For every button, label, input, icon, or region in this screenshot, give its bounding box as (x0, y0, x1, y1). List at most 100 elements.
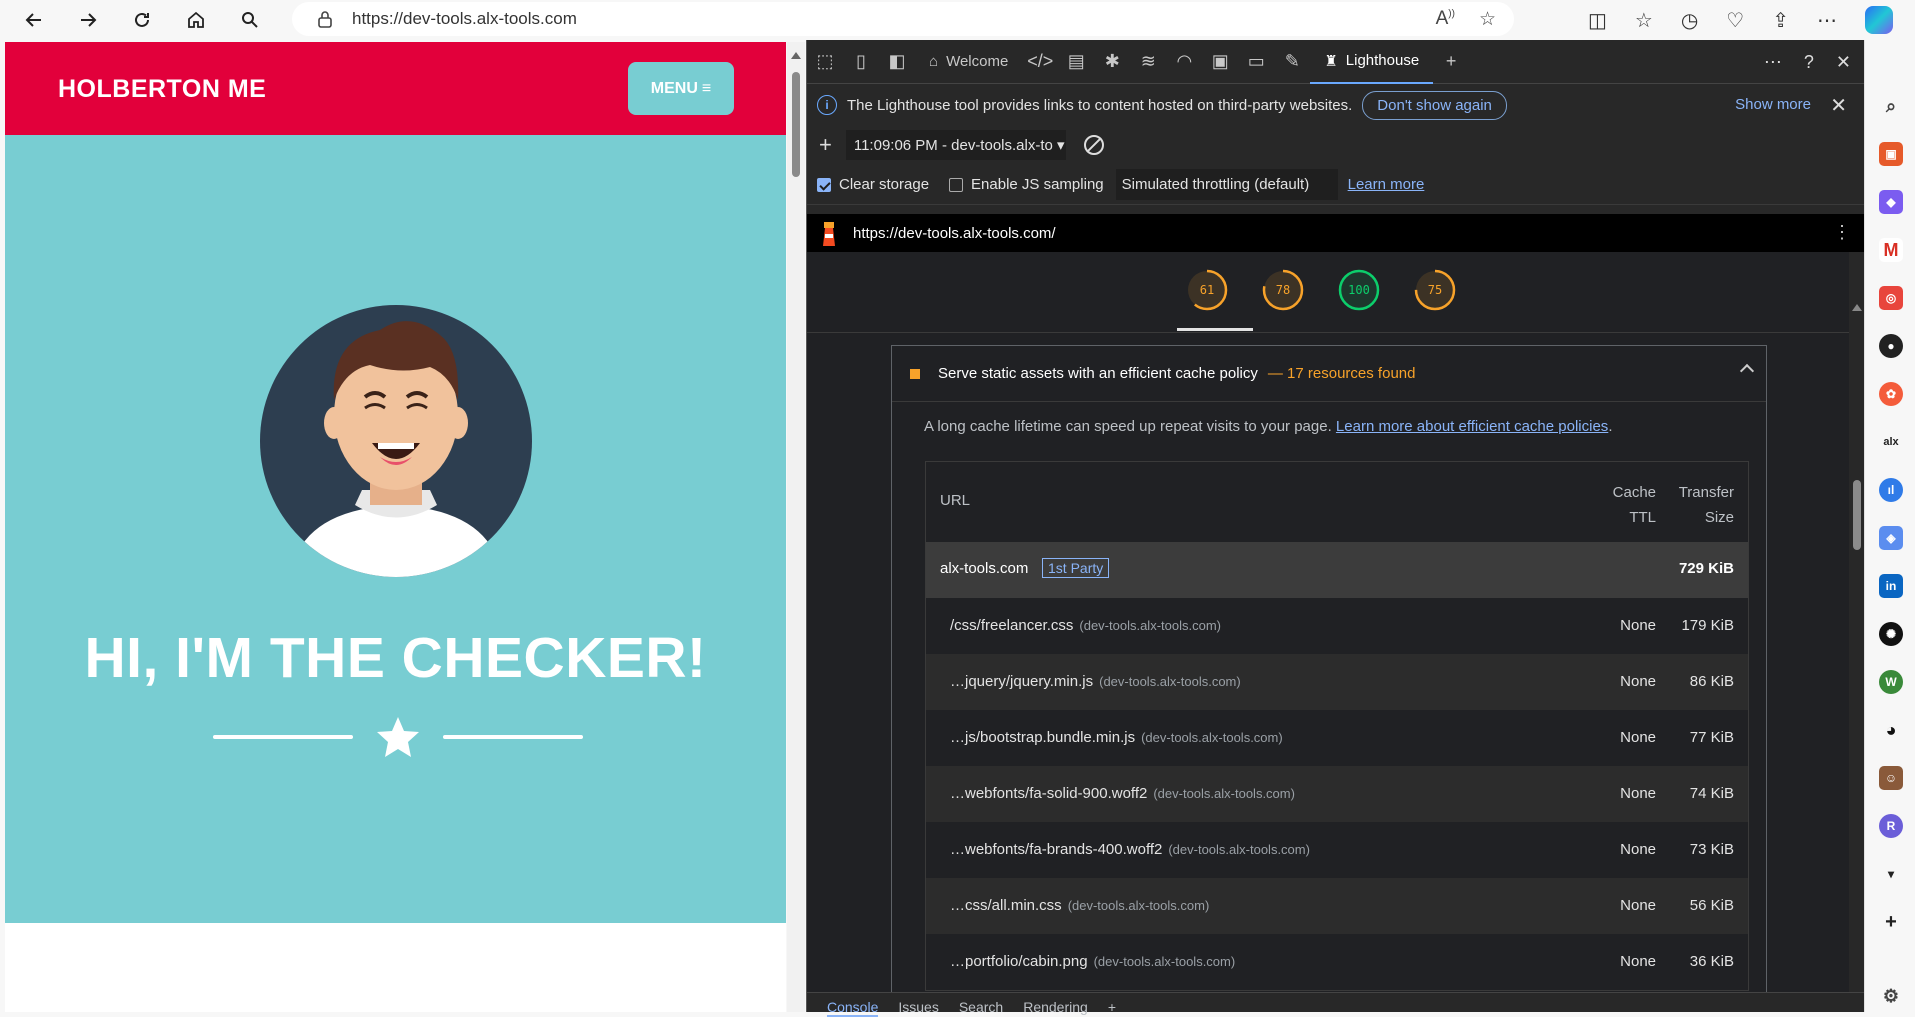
new-report-icon[interactable]: + (819, 132, 832, 158)
history-icon[interactable]: ◷ (1681, 8, 1698, 33)
row-path[interactable]: …jquery/jquery.min.js (950, 673, 1093, 690)
paint-brush-icon[interactable]: ✎ (1274, 40, 1310, 84)
asana-icon[interactable]: ✿ (1879, 382, 1903, 406)
chevron-up-icon[interactable] (1739, 363, 1755, 379)
app-blue-icon[interactable]: ıl (1879, 478, 1903, 502)
copilot-icon[interactable] (1865, 6, 1893, 34)
share-icon[interactable]: ⇪ (1772, 8, 1789, 33)
site-brand[interactable]: HOLBERTON ME (58, 75, 266, 104)
shopping-icon[interactable]: ▣ (1879, 142, 1903, 166)
lock-icon[interactable] (316, 10, 334, 28)
row-url[interactable]: …jquery/jquery.min.js (dev-tools.alx-tool… (950, 673, 1241, 690)
alx-icon[interactable]: alx (1879, 430, 1903, 454)
home-icon: ⌂ (929, 53, 939, 70)
clear-reports-icon[interactable] (1083, 135, 1104, 155)
sources-bug-icon[interactable]: ✱ (1094, 40, 1130, 84)
row-url[interactable]: …portfolio/cabin.png (dev-tools.alx-tools… (950, 953, 1235, 970)
favorite-star-icon[interactable]: ☆ (1479, 8, 1496, 31)
show-more-link[interactable]: Show more (1735, 96, 1811, 113)
row-url[interactable]: /css/freelancer.css (dev-tools.alx-tools.… (950, 617, 1221, 634)
report-menu-icon[interactable]: ⋮ (1833, 222, 1851, 243)
scroll-up-icon[interactable] (791, 52, 801, 59)
linkedin-icon[interactable]: in (1879, 574, 1903, 598)
menu-button[interactable]: MENU ≡ (628, 62, 734, 115)
app-w-icon[interactable]: W (1879, 670, 1903, 694)
settings-gear-icon[interactable]: ⚙ (1879, 984, 1903, 1008)
js-sampling-label[interactable]: Enable JS sampling (971, 176, 1104, 193)
back-icon[interactable] (14, 4, 54, 36)
close-devtools-icon[interactable]: ✕ (1836, 52, 1851, 73)
page-scrollbar-thumb[interactable] (792, 72, 800, 177)
browser-essentials-icon[interactable]: ♡ (1726, 8, 1744, 33)
throttling-select[interactable]: Simulated throttling (default) (1115, 169, 1338, 200)
row-url[interactable]: …css/all.min.css (dev-tools.alx-tools.com… (950, 897, 1209, 914)
report-select[interactable]: 11:09:06 PM - dev-tools.alx-to ▾ (845, 130, 1066, 160)
page-scrollbar[interactable] (787, 42, 805, 1012)
sidebar-toggle-icon[interactable]: ◧ (879, 40, 915, 84)
scroll-up-icon[interactable] (1852, 304, 1862, 311)
score-gauge[interactable]: 78 (1261, 268, 1305, 312)
gmail-icon[interactable]: M (1879, 238, 1903, 262)
chevron-down-icon[interactable]: ▾ (1879, 862, 1903, 886)
app-red-icon[interactable]: ◎ (1879, 286, 1903, 310)
app-square-icon[interactable]: ◈ (1879, 526, 1903, 550)
forward-icon[interactable] (68, 4, 108, 36)
more-icon[interactable]: ⋯ (1817, 8, 1837, 33)
drawer-tab-console[interactable]: Console (827, 993, 879, 1017)
row-path[interactable]: …portfolio/cabin.png (950, 953, 1088, 970)
first-party-badge: 1st Party (1042, 558, 1110, 578)
audit-header[interactable]: Serve static assets with an efficient ca… (892, 346, 1766, 402)
throttling-value: Simulated throttling (default) (1121, 176, 1310, 193)
home-icon[interactable] (176, 4, 216, 36)
tab-welcome[interactable]: ⌂ Welcome (915, 40, 1022, 84)
webpage: HOLBERTON ME MENU ≡ HI, I'M THE CHECKER! (5, 42, 786, 1012)
close-icon[interactable]: ✕ (1830, 93, 1847, 118)
report-scrollbar-thumb[interactable] (1853, 480, 1861, 550)
app-badge-icon[interactable]: ● (1879, 334, 1903, 358)
help-icon[interactable]: ? (1804, 52, 1814, 73)
tab-lighthouse[interactable]: ♜ Lighthouse (1310, 40, 1434, 84)
console-icon[interactable]: ▤ (1058, 40, 1094, 84)
memory-chip-icon[interactable]: ▣ (1202, 40, 1238, 84)
device-emulation-icon[interactable]: ▯ (843, 40, 879, 84)
github-icon[interactable]: ◕ (1879, 718, 1903, 742)
application-icon[interactable]: ▭ (1238, 40, 1274, 84)
row-url[interactable]: …webfonts/fa-brands-400.woff2 (dev-tools.… (950, 841, 1310, 858)
openai-icon[interactable]: ✺ (1879, 622, 1903, 646)
add-tab-icon[interactable]: + (1433, 40, 1469, 84)
clear-storage-checkbox[interactable] (817, 177, 831, 192)
search-icon[interactable]: ⌕ (1879, 94, 1903, 118)
row-path[interactable]: …css/all.min.css (950, 897, 1062, 914)
performance-icon[interactable]: ◠ (1166, 40, 1202, 84)
audit-learn-more-link[interactable]: Learn more about efficient cache policie… (1336, 418, 1608, 435)
learn-more-link[interactable]: Learn more (1348, 176, 1425, 193)
row-path[interactable]: …js/bootstrap.bundle.min.js (950, 729, 1135, 746)
row-url[interactable]: …js/bootstrap.bundle.min.js (dev-tools.al… (950, 729, 1283, 746)
copilot-side-icon[interactable]: ◆ (1879, 190, 1903, 214)
dont-show-again-button[interactable]: Don't show again (1362, 90, 1507, 120)
read-aloud-icon[interactable]: A)) (1436, 8, 1455, 31)
profile-photo-icon[interactable]: ☺ (1879, 766, 1903, 790)
app-r-icon[interactable]: R (1879, 814, 1903, 838)
score-gauge[interactable]: 61 (1185, 268, 1229, 312)
search-icon[interactable] (230, 4, 270, 36)
more-tools-icon[interactable]: ⋯ (1764, 52, 1782, 73)
elements-icon[interactable]: </> (1022, 40, 1058, 84)
row-url[interactable]: …webfonts/fa-solid-900.woff2 (dev-tools.a… (950, 785, 1295, 802)
score-gauge[interactable]: 75 (1413, 268, 1457, 312)
add-icon[interactable]: + (1879, 910, 1903, 934)
row-path[interactable]: …webfonts/fa-solid-900.woff2 (950, 785, 1147, 802)
network-wifi-icon[interactable]: ≋ (1130, 40, 1166, 84)
inspect-icon[interactable]: ⬚ (807, 40, 843, 84)
js-sampling-checkbox[interactable] (949, 177, 964, 192)
report-scrollbar[interactable] (1849, 252, 1865, 992)
split-screen-icon[interactable]: ◫ (1588, 8, 1607, 33)
score-gauge[interactable]: 100 (1337, 268, 1381, 312)
address-bar[interactable]: https://dev-tools.alx-tools.com A)) ☆ (292, 2, 1514, 36)
row-path[interactable]: …webfonts/fa-brands-400.woff2 (950, 841, 1162, 858)
address-url[interactable]: https://dev-tools.alx-tools.com (352, 9, 577, 29)
clear-storage-label[interactable]: Clear storage (839, 176, 929, 193)
favorites-icon[interactable]: ☆ (1635, 8, 1653, 33)
refresh-icon[interactable] (122, 4, 162, 36)
row-path[interactable]: /css/freelancer.css (950, 617, 1073, 634)
